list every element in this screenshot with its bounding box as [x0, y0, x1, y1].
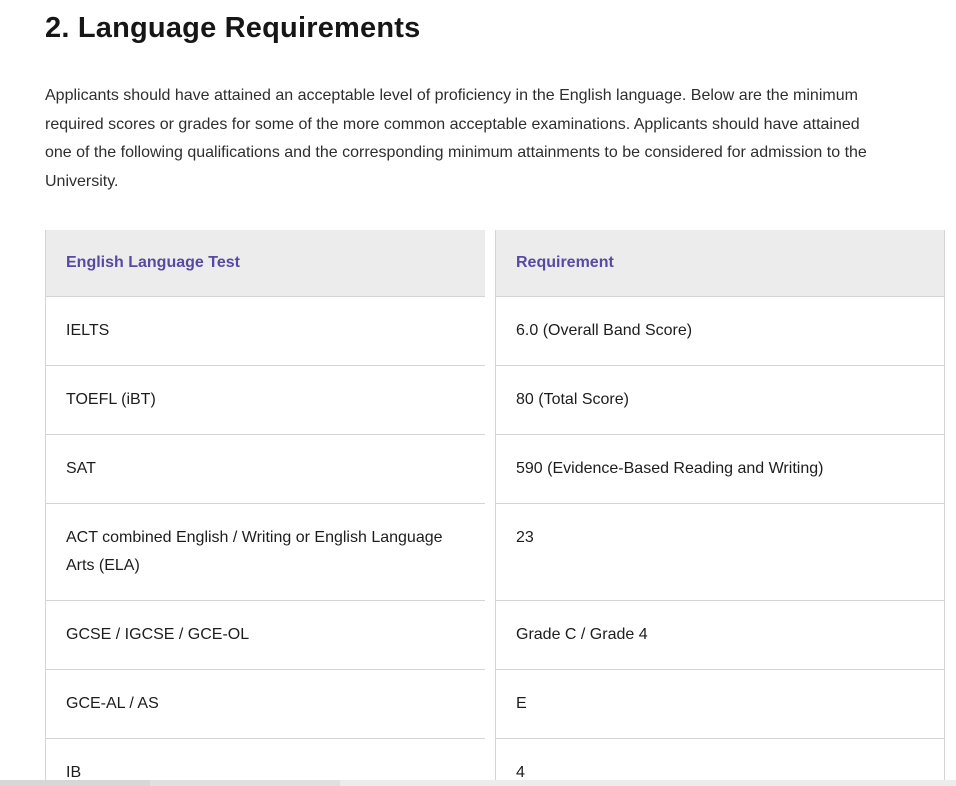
intro-line: one of the following qualifications and …	[45, 139, 930, 168]
column-header-english-language-test: English Language Test	[45, 230, 485, 297]
language-requirements-table: English Language Test Requirement IELTS …	[45, 230, 945, 786]
scrollbar-track-segment	[150, 780, 340, 786]
intro-paragraph: Applicants should have attained an accep…	[45, 82, 930, 196]
intro-line: required scores or grades for some of th…	[45, 111, 930, 140]
table-row: SAT 590 (Evidence-Based Reading and Writ…	[45, 435, 945, 504]
requirement-cell: 80 (Total Score)	[495, 366, 945, 435]
requirement-cell: 590 (Evidence-Based Reading and Writing)	[495, 435, 945, 504]
table-row: ACT combined English / Writing or Englis…	[45, 504, 945, 601]
test-cell: ACT combined English / Writing or Englis…	[45, 504, 485, 601]
requirement-cell: 6.0 (Overall Band Score)	[495, 297, 945, 366]
requirement-cell: E	[495, 670, 945, 739]
page-canvas: 2. Language Requirements Applicants shou…	[0, 0, 956, 786]
table-row: IB 4	[45, 739, 945, 786]
requirement-cell: Grade C / Grade 4	[495, 601, 945, 670]
table-header-row: English Language Test Requirement	[45, 230, 945, 297]
intro-line: Applicants should have attained an accep…	[45, 82, 930, 111]
horizontal-scrollbar-thumb[interactable]	[0, 780, 150, 786]
horizontal-scrollbar-track[interactable]	[0, 780, 956, 786]
column-header-requirement: Requirement	[495, 230, 945, 297]
table-body: IELTS 6.0 (Overall Band Score) TOEFL (iB…	[45, 297, 945, 786]
table-row: TOEFL (iBT) 80 (Total Score)	[45, 366, 945, 435]
test-cell: GCE-AL / AS	[45, 670, 485, 739]
test-cell: TOEFL (iBT)	[45, 366, 485, 435]
test-cell: SAT	[45, 435, 485, 504]
intro-line: University.	[45, 168, 930, 197]
requirement-cell: 4	[495, 739, 945, 786]
table-row: GCE-AL / AS E	[45, 670, 945, 739]
test-cell: IB	[45, 739, 485, 786]
requirement-cell: 23	[495, 504, 945, 601]
page-title: 2. Language Requirements	[45, 12, 911, 44]
table-row: GCSE / IGCSE / GCE-OL Grade C / Grade 4	[45, 601, 945, 670]
test-cell: IELTS	[45, 297, 485, 366]
test-cell: GCSE / IGCSE / GCE-OL	[45, 601, 485, 670]
table-row: IELTS 6.0 (Overall Band Score)	[45, 297, 945, 366]
